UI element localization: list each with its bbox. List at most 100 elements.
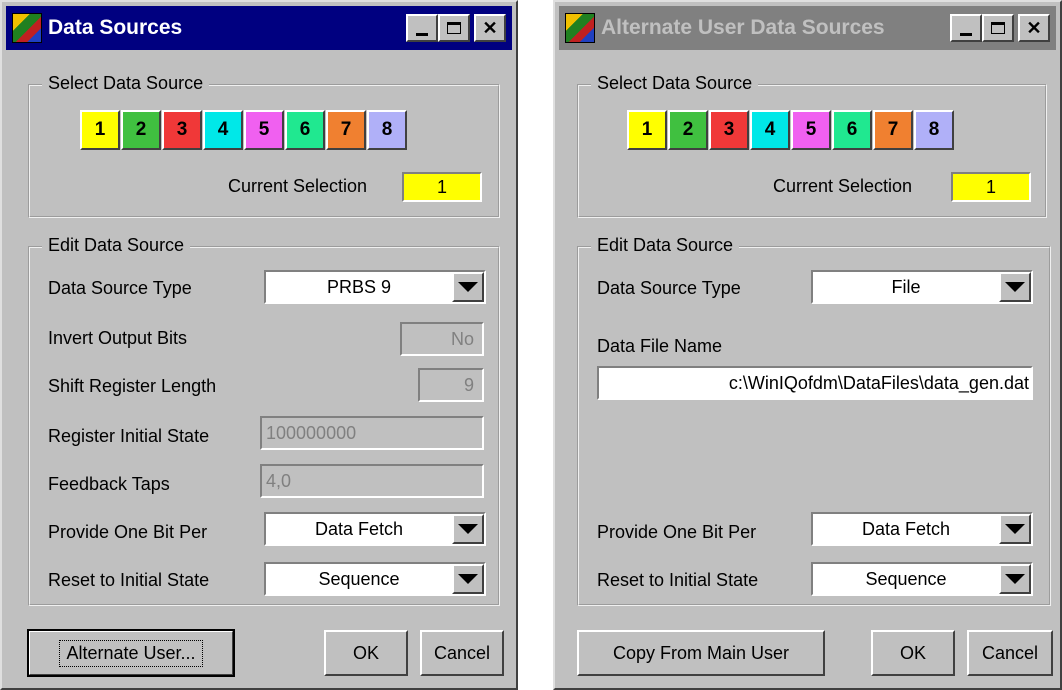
invert-output-bits-field[interactable]: No: [400, 322, 484, 356]
chevron-down-icon: [1005, 574, 1025, 584]
feedback-taps-field[interactable]: 4,0: [260, 464, 484, 498]
alternate-user-label: Alternate User...: [59, 639, 203, 667]
data-source-button-8[interactable]: 8: [914, 110, 954, 150]
provide-one-bit-per-select[interactable]: Data Fetch: [264, 512, 486, 546]
chevron-down-icon: [1005, 524, 1025, 534]
data-source-button-2[interactable]: 2: [121, 110, 161, 150]
data-file-name-input[interactable]: c:\WinIQofdm\DataFiles\data_gen.dat: [597, 366, 1033, 400]
window-title: Alternate User Data Sources: [601, 16, 885, 39]
data-source-type-label: Data Source Type: [597, 278, 741, 298]
dropdown-button[interactable]: [452, 272, 484, 302]
ok-button[interactable]: OK: [871, 630, 955, 676]
reset-initial-state-select[interactable]: Sequence: [811, 562, 1033, 596]
minimize-button[interactable]: [406, 14, 438, 42]
close-icon: ✕: [482, 18, 498, 38]
data-source-type-select[interactable]: PRBS 9: [264, 270, 486, 304]
data-source-button-3[interactable]: 3: [162, 110, 202, 150]
current-selection-value: 1: [951, 172, 1031, 202]
maximize-icon: [991, 22, 1005, 34]
cancel-button[interactable]: Cancel: [967, 630, 1053, 676]
data-source-button-4[interactable]: 4: [750, 110, 790, 150]
data-source-button-1[interactable]: 1: [627, 110, 667, 150]
cancel-label: Cancel: [433, 642, 491, 663]
data-source-button-6[interactable]: 6: [832, 110, 872, 150]
data-source-type-select[interactable]: File: [811, 270, 1033, 304]
chevron-down-icon: [1005, 282, 1025, 292]
data-source-buttons: 12345678: [80, 110, 408, 150]
maximize-button[interactable]: [438, 14, 470, 42]
copy-from-main-user-button[interactable]: Copy From Main User: [577, 630, 825, 676]
data-source-button-5[interactable]: 5: [244, 110, 284, 150]
shift-register-length-field[interactable]: 9: [418, 368, 484, 402]
dropdown-button[interactable]: [999, 564, 1031, 594]
data-source-button-8[interactable]: 8: [367, 110, 407, 150]
data-source-button-7[interactable]: 7: [873, 110, 913, 150]
data-source-button-5[interactable]: 5: [791, 110, 831, 150]
ok-label: OK: [352, 642, 379, 663]
data-file-name-value: c:\WinIQofdm\DataFiles\data_gen.dat: [728, 372, 1029, 393]
data-source-button-1[interactable]: 1: [80, 110, 120, 150]
group-label: Edit Data Source: [42, 235, 191, 256]
data-source-type-value: File: [891, 276, 921, 297]
register-initial-state-field[interactable]: 100000000: [260, 416, 484, 450]
dropdown-button[interactable]: [999, 272, 1031, 302]
provide-one-bit-per-label: Provide One Bit Per: [48, 522, 208, 542]
data-source-button-4[interactable]: 4: [203, 110, 243, 150]
close-icon: ✕: [1026, 18, 1042, 38]
dropdown-button[interactable]: [999, 514, 1031, 544]
ok-label: OK: [899, 642, 926, 663]
current-selection-label: Current Selection: [228, 176, 368, 196]
provide-one-bit-per-select[interactable]: Data Fetch: [811, 512, 1033, 546]
close-button[interactable]: ✕: [474, 14, 506, 42]
data-source-button-6[interactable]: 6: [285, 110, 325, 150]
shift-register-length-label: Shift Register Length: [48, 376, 217, 396]
chevron-down-icon: [458, 574, 478, 584]
close-button[interactable]: ✕: [1018, 14, 1050, 42]
copy-from-main-user-label: Copy From Main User: [612, 642, 790, 663]
group-label: Select Data Source: [42, 73, 210, 94]
minimize-button[interactable]: [950, 14, 982, 42]
register-initial-state-value: 100000000: [266, 422, 357, 443]
data-source-button-3[interactable]: 3: [709, 110, 749, 150]
maximize-icon: [447, 22, 461, 34]
data-source-button-2[interactable]: 2: [668, 110, 708, 150]
current-selection-label: Current Selection: [773, 176, 913, 196]
feedback-taps-label: Feedback Taps: [48, 474, 170, 494]
reset-initial-state-label: Reset to Initial State: [597, 570, 759, 590]
register-initial-state-label: Register Initial State: [48, 426, 210, 446]
provide-one-bit-per-label: Provide One Bit Per: [597, 522, 757, 542]
invert-output-bits-value: No: [450, 328, 474, 349]
reset-initial-state-value: Sequence: [318, 568, 400, 589]
cancel-button[interactable]: Cancel: [420, 630, 504, 676]
minimize-icon: [416, 32, 428, 36]
data-source-button-7[interactable]: 7: [326, 110, 366, 150]
data-sources-window: Data Sources ✕ Select Data Source 123456…: [0, 0, 518, 690]
group-label: Edit Data Source: [591, 235, 740, 256]
maximize-button[interactable]: [982, 14, 1014, 42]
provide-one-bit-per-value: Data Fetch: [861, 518, 951, 539]
title-bar[interactable]: Alternate User Data Sources ✕: [559, 6, 1056, 50]
cancel-label: Cancel: [981, 642, 1039, 663]
group-label: Select Data Source: [591, 73, 759, 94]
title-bar[interactable]: Data Sources ✕: [6, 6, 512, 50]
app-logo-icon[interactable]: [12, 13, 42, 43]
invert-output-bits-label: Invert Output Bits: [48, 328, 188, 348]
ok-button[interactable]: OK: [324, 630, 408, 676]
data-source-buttons: 12345678: [627, 110, 955, 150]
window-title: Data Sources: [48, 16, 183, 39]
provide-one-bit-per-value: Data Fetch: [314, 518, 404, 539]
minimize-icon: [960, 32, 972, 36]
data-source-type-value: PRBS 9: [326, 276, 392, 297]
chevron-down-icon: [458, 524, 478, 534]
dropdown-button[interactable]: [452, 514, 484, 544]
app-logo-icon[interactable]: [565, 13, 595, 43]
current-selection-value: 1: [402, 172, 482, 202]
reset-initial-state-label: Reset to Initial State: [48, 570, 210, 590]
dropdown-button[interactable]: [452, 564, 484, 594]
feedback-taps-value: 4,0: [266, 470, 292, 491]
data-source-type-label: Data Source Type: [48, 278, 192, 298]
reset-initial-state-select[interactable]: Sequence: [264, 562, 486, 596]
alternate-user-data-sources-window: Alternate User Data Sources ✕ Select Dat…: [553, 0, 1062, 690]
chevron-down-icon: [458, 282, 478, 292]
alternate-user-button[interactable]: Alternate User...: [27, 629, 235, 677]
